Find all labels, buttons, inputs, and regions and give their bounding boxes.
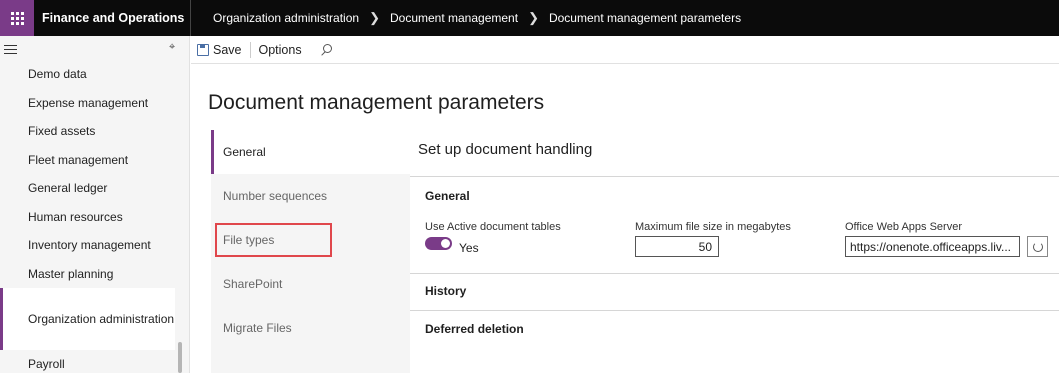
sidebar-item-inventory-management[interactable]: Inventory management	[0, 231, 189, 260]
divider	[410, 176, 1059, 177]
highlight-annotation	[215, 223, 332, 257]
use-active-doc-tables-value: Yes	[459, 241, 479, 255]
sidebar-header: ⌖	[0, 36, 189, 60]
divider	[249, 41, 251, 58]
sidebar-item-general-ledger[interactable]: General ledger	[0, 174, 189, 203]
group-history[interactable]: History	[425, 284, 466, 298]
tab-general[interactable]: General	[211, 130, 410, 174]
office-web-apps-input[interactable]: https://onenote.officeapps.liv...	[845, 236, 1020, 257]
max-file-size-input[interactable]: 50	[635, 236, 719, 257]
use-active-doc-tables-label: Use Active document tables	[425, 221, 561, 233]
refresh-icon	[1032, 241, 1043, 252]
divider	[410, 310, 1059, 311]
chevron-right-icon: ❯	[528, 10, 539, 25]
office-web-apps-label: Office Web Apps Server	[845, 221, 962, 233]
pin-icon[interactable]: ⌖	[169, 41, 175, 54]
refresh-button[interactable]	[1027, 236, 1048, 257]
app-title[interactable]: Finance and Operations	[34, 0, 190, 36]
section-title: Set up document handling	[418, 141, 593, 158]
sidebar-item-master-planning[interactable]: Master planning	[0, 260, 189, 289]
sidebar-scrollbar[interactable]	[178, 342, 182, 373]
chevron-right-icon: ❯	[369, 10, 380, 25]
sidebar-item-payroll[interactable]: Payroll	[0, 350, 189, 373]
sidebar: ⌖ Demo data Expense management Fixed ass…	[0, 36, 190, 373]
sidebar-item-organization-administration[interactable]: Organization administration	[0, 288, 175, 350]
app-launcher-icon[interactable]	[0, 0, 34, 36]
content-panel: Set up document handling General Use Act…	[410, 130, 1059, 373]
save-button[interactable]: Save	[191, 36, 242, 64]
sidebar-item-fixed-assets[interactable]: Fixed assets	[0, 117, 189, 146]
breadcrumb-item-current: Document management parameters	[548, 11, 742, 25]
breadcrumb-item-org-admin[interactable]: Organization administration	[213, 11, 359, 25]
search-icon[interactable]	[320, 43, 332, 56]
sidebar-item-human-resources[interactable]: Human resources	[0, 203, 189, 232]
breadcrumb: Organization administration ❯ Document m…	[191, 10, 741, 26]
divider	[410, 273, 1059, 274]
save-icon	[197, 43, 209, 56]
options-button[interactable]: Options	[259, 43, 302, 57]
action-pane: Save Options	[191, 36, 1059, 64]
top-bar: Finance and Operations Organization admi…	[0, 0, 1059, 36]
tab-sharepoint[interactable]: SharePoint	[211, 262, 410, 306]
sidebar-item-fleet-management[interactable]: Fleet management	[0, 146, 189, 175]
tab-migrate-files[interactable]: Migrate Files	[211, 306, 410, 350]
save-label: Save	[213, 42, 242, 57]
page-title: Document management parameters	[208, 91, 545, 114]
sidebar-item-expense-management[interactable]: Expense management	[0, 89, 189, 118]
sidebar-item-demo-data[interactable]: Demo data	[0, 60, 189, 89]
hamburger-menu-icon[interactable]	[4, 45, 17, 57]
group-deferred-deletion[interactable]: Deferred deletion	[425, 322, 524, 336]
tab-number-sequences[interactable]: Number sequences	[211, 174, 410, 218]
breadcrumb-item-doc-mgmt[interactable]: Document management	[390, 11, 518, 25]
group-general[interactable]: General	[425, 189, 470, 203]
use-active-doc-tables-toggle[interactable]	[425, 237, 452, 250]
max-file-size-label: Maximum file size in megabytes	[635, 221, 791, 233]
